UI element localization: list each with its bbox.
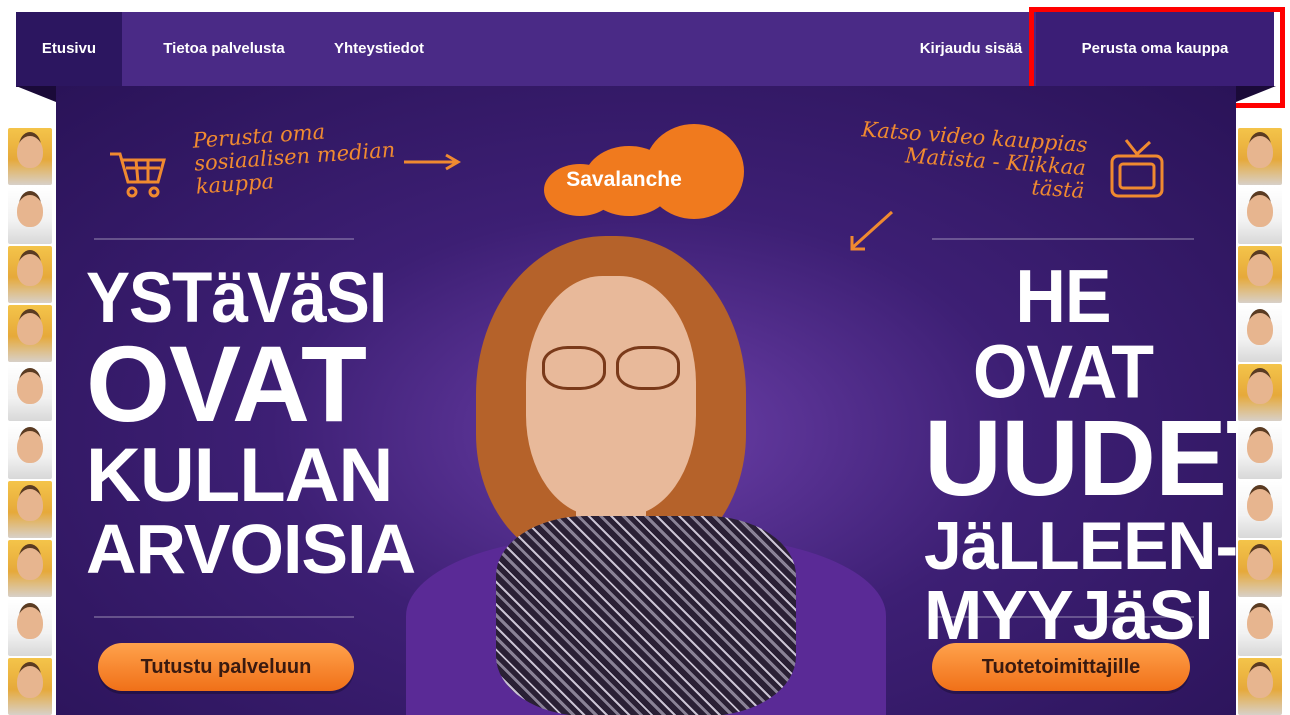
- top-nav: Etusivu Tietoa palvelusta Yhteystiedot K…: [16, 12, 1274, 87]
- face-photo: [1238, 599, 1282, 657]
- logo-text: Savalanche: [566, 168, 682, 191]
- arrow-right-icon: [404, 153, 461, 171]
- face-photo: [8, 128, 52, 185]
- nav-login[interactable]: Kirjaudu sisää: [896, 12, 1046, 86]
- faces-column-right: [1238, 128, 1282, 715]
- divider: [94, 238, 354, 240]
- face-photo: [1238, 245, 1282, 303]
- face-photo: [1238, 658, 1282, 715]
- nav-contact[interactable]: Yhteystiedot: [314, 12, 444, 86]
- face-photo: [8, 186, 52, 244]
- headline-right-line: HE OVAT: [972, 254, 1154, 414]
- headline-right: HE OVAT UUDET JäLLEEN- MYYJäSI: [924, 258, 1236, 654]
- divider: [932, 238, 1194, 240]
- learn-service-button[interactable]: Tutustu palveluun: [98, 643, 354, 691]
- face-photo: [8, 422, 52, 480]
- headline-left-line: OVAT: [86, 323, 367, 444]
- hero-banner: Perusta oma sosiaalisen median kauppa Sa…: [56, 86, 1236, 715]
- shopping-cart-icon: [110, 152, 166, 198]
- face-photo: [1238, 128, 1282, 185]
- face-photo: [1238, 186, 1282, 244]
- tv-icon[interactable]: [1106, 136, 1168, 206]
- headline-right-line: JäLLEEN-: [924, 508, 1236, 584]
- faces-column-left: [8, 128, 52, 715]
- glasses: [542, 346, 606, 390]
- nav-home[interactable]: Etusivu: [16, 12, 122, 86]
- face-photo: [8, 304, 52, 362]
- headline-right-line: UUDET: [924, 397, 1236, 518]
- face-photo: [1238, 304, 1282, 362]
- nav-start-shop-button[interactable]: Perusta oma kauppa: [1036, 12, 1274, 86]
- video-note-right[interactable]: Katso video kauppias Matista - Klikkaa t…: [854, 117, 1088, 203]
- ribbon-fold-left: [16, 86, 56, 102]
- savalanche-logo[interactable]: Savalanche: [544, 124, 744, 219]
- face-photo: [1238, 481, 1282, 539]
- face-photo: [8, 599, 52, 657]
- hero-person-image: [406, 236, 886, 715]
- nav-about[interactable]: Tietoa palvelusta: [136, 12, 312, 86]
- face-photo: [1238, 422, 1282, 480]
- headline-left-line: ARVOISIA: [86, 510, 416, 588]
- face-photo: [8, 245, 52, 303]
- face: [526, 276, 696, 516]
- face-photo: [8, 540, 52, 598]
- headline-left-line: KULLAN: [86, 433, 393, 518]
- face-photo: [8, 481, 52, 539]
- scarf: [496, 516, 796, 715]
- face-photo: [8, 658, 52, 715]
- glasses: [616, 346, 680, 390]
- ribbon-fold-right: [1236, 86, 1276, 102]
- headline-left-line: YSTäVäSI: [86, 257, 387, 337]
- promo-note-left: Perusta oma sosiaalisen median kauppa: [191, 119, 396, 199]
- divider: [94, 616, 354, 618]
- headline-right-line: MYYJäSI: [924, 576, 1214, 654]
- headline-left: YSTäVäSI OVAT KULLAN ARVOISIA: [86, 257, 416, 588]
- face-photo: [8, 363, 52, 421]
- face-photo: [1238, 540, 1282, 598]
- for-suppliers-button[interactable]: Tuotetoimittajille: [932, 643, 1190, 691]
- face-photo: [1238, 363, 1282, 421]
